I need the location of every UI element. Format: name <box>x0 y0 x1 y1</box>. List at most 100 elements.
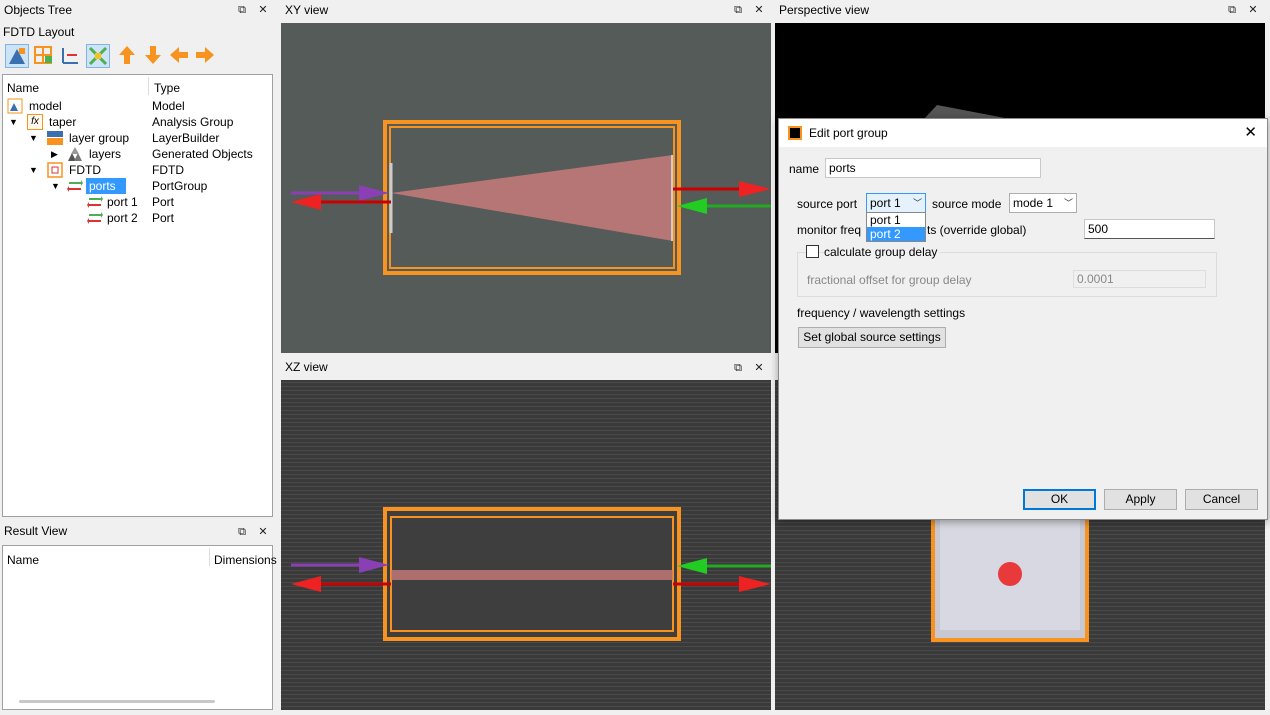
source-port-label: source port <box>797 197 858 211</box>
xy-view-title-text: XY view <box>285 3 329 17</box>
dropdown-option-highlighted[interactable]: port 2 <box>867 227 925 241</box>
xy-view-drawing <box>291 120 771 275</box>
expand-chevron-icon[interactable]: ▼ <box>9 114 18 130</box>
column-name: Name <box>7 553 40 567</box>
tree-row-type: Port <box>152 211 175 225</box>
float-icon[interactable]: ⧉ <box>731 361 745 375</box>
tree-row-type: Analysis Group <box>152 115 234 129</box>
source-mode-selected: mode 1 <box>1013 196 1054 210</box>
fractional-offset-input[interactable]: 0.0001 <box>1073 270 1206 288</box>
port-icon <box>87 196 103 208</box>
edit-port-group-dialog: Edit port group ✕ name ports source port… <box>778 118 1268 520</box>
xy-view-title: XY view <box>281 0 771 20</box>
dropdown-option[interactable]: port 1 <box>867 213 925 227</box>
move-right-button[interactable] <box>194 44 218 68</box>
add-axis-button[interactable] <box>59 44 83 68</box>
move-down-button[interactable] <box>142 44 166 68</box>
column-type: Type <box>154 81 181 95</box>
monitor-freq-label: monitor freq <box>797 222 861 238</box>
calc-group-delay-checkbox[interactable] <box>806 245 819 258</box>
expand-chevron-right-icon[interactable]: ▶ <box>51 146 58 162</box>
objects-tree-title-text: Objects Tree <box>4 3 73 17</box>
expand-chevron-icon[interactable]: ▼ <box>51 178 60 194</box>
xz-view-canvas[interactable] <box>281 380 771 710</box>
fdtd-icon <box>47 162 63 178</box>
tree-row-name: layers <box>89 147 122 161</box>
xz-view-title-text: XZ view <box>285 360 328 374</box>
add-structure-button[interactable] <box>5 44 29 68</box>
move-left-button[interactable] <box>168 44 192 68</box>
add-grid-button[interactable] <box>32 44 56 68</box>
apply-button[interactable]: Apply <box>1104 489 1177 510</box>
name-input[interactable]: ports <box>825 158 1041 178</box>
arrow-left-icon <box>170 47 188 63</box>
monitor-freq-prefix: monitor freq <box>797 223 862 237</box>
grid-icon <box>34 46 52 64</box>
fdtd-layout-label: FDTD Layout <box>3 25 75 39</box>
tree-row-name: taper <box>49 115 77 129</box>
app-icon <box>788 126 802 140</box>
float-icon[interactable]: ⧉ <box>235 525 249 539</box>
arrow-up-icon <box>119 46 135 64</box>
port-group-icon <box>67 180 83 192</box>
fx-icon: fx <box>27 114 43 130</box>
tree-row-name: model <box>29 99 62 113</box>
source-port-select[interactable]: port 1 ﹀ <box>866 193 926 213</box>
perspective-view-title: Perspective view <box>775 0 1268 20</box>
tree-row-type: LayerBuilder <box>152 131 220 145</box>
chevron-down-icon: ﹀ <box>1063 198 1073 208</box>
close-icon[interactable]: ✕ <box>752 3 766 17</box>
close-icon[interactable]: ✕ <box>256 525 270 539</box>
tree-row-name: layer group <box>69 131 130 145</box>
float-icon[interactable]: ⧉ <box>731 3 745 17</box>
axis-icon <box>62 48 78 64</box>
monitor-freq-input[interactable]: 500 <box>1084 219 1215 239</box>
arrow-right-icon <box>196 47 214 63</box>
monitor-icon <box>88 46 108 66</box>
tree-row-type: Generated Objects <box>152 147 253 161</box>
tree-row-type: FDTD <box>152 163 184 177</box>
port-icon <box>87 212 103 224</box>
xz-view-drawing <box>291 507 771 641</box>
result-view-title: Result View <box>0 521 275 541</box>
set-global-source-button[interactable]: Set global source settings <box>798 327 946 348</box>
tree-row-name: ports <box>86 178 126 194</box>
ok-button[interactable]: OK <box>1023 489 1096 510</box>
source-mode-label: source mode <box>932 197 1002 211</box>
close-icon[interactable]: ✕ <box>1246 3 1260 17</box>
result-view-list[interactable]: Name Dimensions <box>2 545 277 710</box>
xy-view-canvas[interactable] <box>281 23 771 353</box>
dialog-close-icon[interactable]: ✕ <box>1244 119 1257 147</box>
objects-tree-list[interactable]: Name Type model Model ▼ fx taper Analysi… <box>2 74 273 517</box>
add-monitor-button[interactable] <box>86 44 110 68</box>
expand-chevron-icon[interactable]: ▼ <box>29 130 38 146</box>
float-icon[interactable]: ⧉ <box>235 3 249 17</box>
float-icon[interactable]: ⧉ <box>1225 3 1239 17</box>
freq-wavelength-label: frequency / wavelength settings <box>797 306 966 320</box>
tree-row-name: port 2 <box>107 211 138 225</box>
horizontal-scrollbar[interactable] <box>19 700 215 703</box>
arrow-down-icon <box>145 46 161 64</box>
chevron-down-icon: ﹀ <box>912 198 922 208</box>
source-mode-select[interactable]: mode 1 ﹀ <box>1009 193 1077 213</box>
taper-shape <box>391 155 673 241</box>
tree-row-type: Model <box>152 99 185 113</box>
tree-row-name: port 1 <box>107 195 138 209</box>
column-name: Name <box>7 81 40 95</box>
column-dimensions: Dimensions <box>214 553 277 567</box>
cancel-button[interactable]: Cancel <box>1185 489 1258 510</box>
close-icon[interactable]: ✕ <box>752 361 766 375</box>
objects-tree-title: Objects Tree <box>0 0 275 20</box>
fractional-offset-label: fractional offset for group delay <box>807 273 972 287</box>
layers-icon <box>68 147 82 161</box>
move-up-button[interactable] <box>116 44 140 68</box>
result-view-title-text: Result View <box>4 524 68 538</box>
dialog-title: Edit port group <box>809 126 888 140</box>
expand-chevron-icon[interactable]: ▼ <box>29 162 38 178</box>
monitor-freq-suffix: ts (override global) <box>927 223 1027 237</box>
xz-view-title: XZ view <box>281 357 771 377</box>
tree-row-name: FDTD <box>69 163 101 177</box>
source-port-dropdown: port 1 port 2 <box>866 212 926 242</box>
tree-row-type: PortGroup <box>152 179 208 193</box>
close-icon[interactable]: ✕ <box>256 3 270 17</box>
